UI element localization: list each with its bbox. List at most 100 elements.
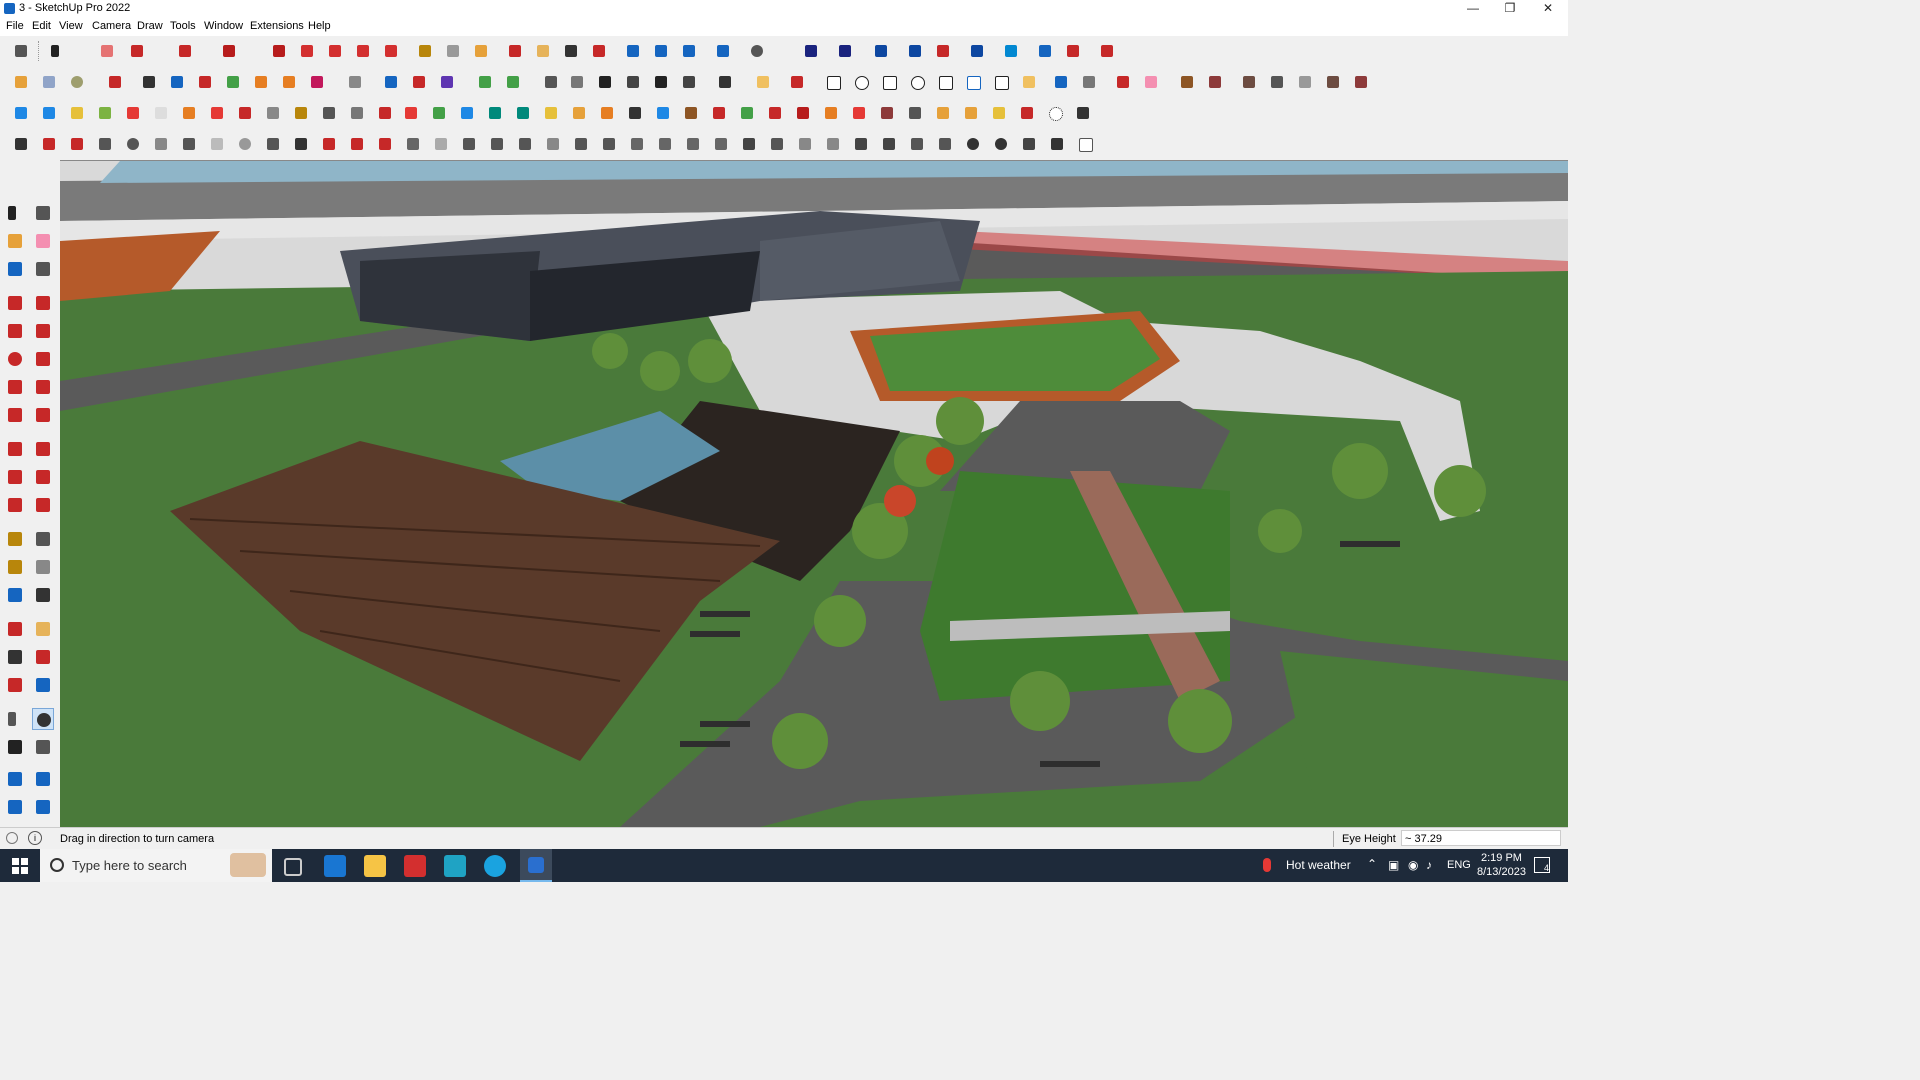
file-explorer-icon[interactable] [364, 855, 386, 877]
frame-red-icon[interactable] [206, 102, 228, 124]
pushpull-red-icon[interactable] [194, 71, 216, 93]
acrobat-icon[interactable] [404, 855, 426, 877]
walk-icon[interactable] [4, 736, 26, 758]
tag-icon[interactable] [848, 102, 870, 124]
lines-icon[interactable] [654, 133, 676, 155]
ellipse-icon[interactable] [906, 71, 928, 93]
flip-edge-icon[interactable] [1350, 71, 1372, 93]
mesh-icon[interactable] [878, 133, 900, 155]
frame-dark-icon[interactable] [738, 133, 760, 155]
component-left-icon[interactable] [4, 258, 26, 280]
account-icon[interactable] [746, 40, 768, 62]
pushpull-x-icon[interactable] [278, 71, 300, 93]
align-icon[interactable] [966, 40, 988, 62]
task-view-icon[interactable] [284, 858, 302, 876]
piano-icon[interactable] [1046, 133, 1068, 155]
tangent-icon[interactable] [596, 102, 618, 124]
pin-icon[interactable] [570, 133, 592, 155]
language-indicator[interactable]: ENG [1447, 859, 1471, 871]
spiral-icon[interactable] [1078, 71, 1100, 93]
page-icon[interactable] [262, 102, 284, 124]
pushpull-orange-icon[interactable] [250, 71, 272, 93]
triangle-icon[interactable] [430, 133, 452, 155]
follow-me-tool-icon[interactable] [32, 466, 54, 488]
corner-icon[interactable] [290, 133, 312, 155]
plane-icon[interactable] [474, 71, 496, 93]
stamp-icon[interactable] [1322, 71, 1344, 93]
material-icon[interactable] [1176, 71, 1198, 93]
undo-icon[interactable] [1034, 40, 1056, 62]
wall-icon[interactable] [566, 71, 588, 93]
edge-browser-icon[interactable] [484, 855, 506, 877]
group-dark-red-icon[interactable] [792, 102, 814, 124]
hand-icon[interactable] [1096, 40, 1118, 62]
weather-text[interactable]: Hot weather [1286, 858, 1351, 872]
extension-warehouse-icon[interactable] [650, 40, 672, 62]
joint-push-pull-icon[interactable] [138, 71, 160, 93]
layout-tool-icon[interactable] [4, 796, 26, 818]
pencil-icon[interactable] [126, 40, 148, 62]
cylinder-icon[interactable] [38, 71, 60, 93]
door-icon[interactable] [822, 133, 844, 155]
diamond-blue-icon[interactable] [38, 102, 60, 124]
arc-tool-icon[interactable] [4, 376, 26, 398]
push-pull-icon[interactable] [268, 40, 290, 62]
zoom-extents-icon[interactable] [10, 40, 32, 62]
orbit-icon[interactable] [504, 40, 526, 62]
sandbox-icon[interactable] [1238, 71, 1260, 93]
curve-icon[interactable] [344, 71, 366, 93]
stack-icon[interactable] [514, 133, 536, 155]
ribs-icon[interactable] [486, 133, 508, 155]
eraser-icon[interactable] [96, 40, 118, 62]
slope-icon[interactable] [346, 133, 368, 155]
scatter-icon[interactable] [1016, 102, 1038, 124]
previous-view-tool-icon[interactable] [32, 674, 54, 696]
line-blue-icon[interactable] [380, 71, 402, 93]
stairs-icon[interactable] [766, 133, 788, 155]
restore-button[interactable]: ❐ [1492, 0, 1528, 18]
sphere-icon[interactable] [66, 71, 88, 93]
sketchup-taskbar-button[interactable] [520, 849, 552, 882]
tape-measure-icon[interactable] [414, 40, 436, 62]
zoom-extents-tool-icon[interactable] [4, 674, 26, 696]
loop-orange-icon[interactable] [568, 102, 590, 124]
shape-icon[interactable] [218, 40, 240, 62]
freehand-icon[interactable] [1018, 71, 1040, 93]
rotate-orange-icon[interactable] [178, 102, 200, 124]
grid-orange-icon[interactable] [960, 102, 982, 124]
text-icon[interactable] [442, 40, 464, 62]
warehouse-tool-icon[interactable] [4, 768, 26, 790]
tape-tool-icon[interactable] [4, 528, 26, 550]
columns-icon[interactable] [906, 133, 928, 155]
redo-icon[interactable] [1062, 40, 1084, 62]
pushpull-blue-icon[interactable] [166, 71, 188, 93]
2pt-arc-tool-icon[interactable] [32, 376, 54, 398]
line-tool-icon[interactable] [4, 292, 26, 314]
fillet-icon[interactable] [374, 133, 396, 155]
close-button[interactable]: ✕ [1530, 0, 1566, 18]
layers-icon[interactable] [678, 40, 700, 62]
scale-tool-icon[interactable] [4, 494, 26, 516]
bezier-icon[interactable] [38, 133, 60, 155]
green-blocks-icon[interactable] [736, 102, 758, 124]
polygon-outline-icon[interactable] [1074, 133, 1096, 155]
menu-edit[interactable]: Edit [32, 20, 51, 32]
window-frame-icon[interactable] [904, 102, 926, 124]
sheet-icon[interactable] [542, 133, 564, 155]
wifi-icon[interactable]: ◉ [1408, 858, 1418, 872]
lines2-icon[interactable] [682, 133, 704, 155]
line-purple-icon[interactable] [436, 71, 458, 93]
section-plane-tool-icon[interactable] [32, 736, 54, 758]
3d-text-tool-icon[interactable] [32, 584, 54, 606]
bars-icon[interactable] [458, 133, 480, 155]
slats-icon[interactable] [1018, 133, 1040, 155]
panel-icon[interactable] [794, 133, 816, 155]
warning-icon[interactable] [540, 102, 562, 124]
house-box-icon[interactable] [540, 71, 562, 93]
warehouse-icon[interactable] [622, 40, 644, 62]
model-viewport[interactable] [60, 160, 1568, 827]
tag-tool-icon[interactable] [32, 258, 54, 280]
polyline-icon[interactable] [990, 71, 1012, 93]
calculator-app-icon[interactable] [324, 855, 346, 877]
circle-tool-icon[interactable] [4, 348, 26, 370]
